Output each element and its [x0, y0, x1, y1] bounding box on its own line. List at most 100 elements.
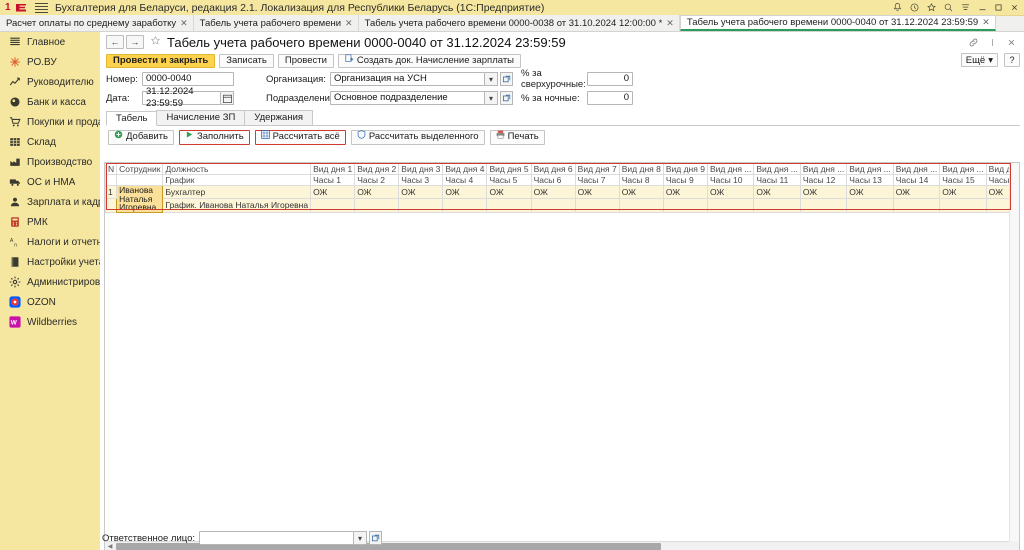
cell-position[interactable]: Бухгалтер: [162, 184, 312, 200]
th-daytype-10[interactable]: Вид дня ...: [706, 163, 755, 175]
sidebar-item-zarplata-i-kadry[interactable]: Зарплата и кадры: [0, 192, 100, 212]
th-hours-16[interactable]: Часы 16: [985, 174, 1009, 186]
th-position[interactable]: Должность: [162, 163, 312, 175]
th-daytype-15[interactable]: Вид дня ...: [939, 163, 987, 175]
print-button[interactable]: Печать: [489, 129, 545, 145]
cell-daytype-5[interactable]: ОЖ: [486, 184, 532, 200]
cell-daytype-13[interactable]: ОЖ: [846, 184, 894, 200]
doc-tab-close-icon[interactable]: ✕: [345, 18, 353, 29]
doc-tab-0[interactable]: Расчет оплаты по среднему заработку ✕: [0, 15, 194, 31]
cell-daytype-7[interactable]: ОЖ: [574, 184, 620, 200]
cell-schedule[interactable]: График. Иванова Наталья Игоревна: [162, 198, 312, 213]
table-row[interactable]: 1 Иванова Наталья Игоревна Бухгалтер ОЖ …: [105, 184, 1009, 213]
post-and-close-button[interactable]: Провести и закрыть: [106, 53, 216, 68]
doc-tab-2[interactable]: Табель учета рабочего времени 0000-0038 …: [358, 15, 680, 31]
help-button[interactable]: ?: [1004, 53, 1020, 67]
sidebar-item-proizvodstvo[interactable]: Производство: [0, 152, 100, 172]
th-daytype-4[interactable]: Вид дня 4: [442, 163, 488, 175]
navigate-back-button[interactable]: ←: [106, 35, 124, 49]
cell-daytype-4[interactable]: ОЖ: [442, 184, 488, 200]
department-dropdown-icon[interactable]: ▾: [485, 91, 498, 105]
th-hours-14[interactable]: Часы 14: [892, 174, 941, 186]
cell-daytype-6[interactable]: ОЖ: [530, 184, 576, 200]
th-hours-1[interactable]: Часы 1: [310, 174, 356, 186]
sidebar-item-nalogi-i-otchetnost[interactable]: An Налоги и отчетность: [0, 232, 100, 252]
close-button[interactable]: [1006, 0, 1022, 16]
th-hours-13[interactable]: Часы 13: [846, 174, 894, 186]
doc-tab-close-icon[interactable]: ✕: [982, 17, 990, 28]
organization-dropdown-icon[interactable]: ▾: [485, 72, 498, 86]
responsible-dropdown-icon[interactable]: ▾: [354, 531, 368, 545]
th-n[interactable]: N: [105, 163, 118, 175]
fill-button[interactable]: Заполнить: [179, 129, 250, 145]
th-hours-12[interactable]: Часы 12: [799, 174, 848, 186]
cell-hours-9[interactable]: [662, 198, 708, 213]
doc-tab-1[interactable]: Табель учета рабочего времени ✕: [193, 15, 359, 31]
th-hours-9[interactable]: Часы 9: [662, 174, 708, 186]
cell-hours-14[interactable]: [892, 198, 941, 213]
responsible-open-icon[interactable]: [369, 531, 383, 545]
th-daytype-14[interactable]: Вид дня ...: [892, 163, 941, 175]
doc-tab-close-icon[interactable]: ✕: [180, 18, 188, 29]
organization-open-icon[interactable]: [500, 72, 513, 86]
th-daytype-2[interactable]: Вид дня 2: [354, 163, 400, 175]
calculate-all-button[interactable]: Рассчитать всё: [254, 129, 346, 145]
sidebar-item-os-i-nma[interactable]: ОС и НМА: [0, 172, 100, 192]
th-hours-4[interactable]: Часы 4: [442, 174, 488, 186]
cell-employee[interactable]: Иванова Наталья Игоревна: [116, 185, 164, 213]
tab-tabel[interactable]: Табель: [106, 111, 158, 126]
cell-hours-13[interactable]: [846, 198, 894, 213]
th-hours-7[interactable]: Часы 7: [574, 174, 620, 186]
navigate-forward-button[interactable]: →: [126, 35, 144, 49]
calculate-selected-button[interactable]: Рассчитать выделенного: [350, 129, 485, 145]
th-employee[interactable]: Сотрудник: [116, 163, 164, 175]
cell-hours-4[interactable]: [442, 198, 488, 213]
cell-hours-3[interactable]: [398, 198, 444, 213]
sidebar-item-rmk[interactable]: РМК: [0, 212, 100, 232]
maximize-button[interactable]: [990, 0, 1006, 16]
post-button[interactable]: Провести: [277, 53, 334, 68]
sidebar-item-bank-i-kassa[interactable]: Банк и касса: [0, 92, 100, 112]
cell-daytype-9[interactable]: ОЖ: [662, 184, 708, 200]
cell-hours-5[interactable]: [486, 198, 532, 213]
history-clock-icon[interactable]: [906, 0, 923, 16]
cell-daytype-15[interactable]: ОЖ: [939, 184, 987, 200]
th-daytype-11[interactable]: Вид дня ...: [753, 163, 801, 175]
th-daytype-1[interactable]: Вид дня 1: [310, 163, 356, 175]
th-daytype-5[interactable]: Вид дня 5: [486, 163, 532, 175]
th-schedule[interactable]: График: [162, 174, 312, 186]
tab-nachislenie-zp[interactable]: Начисление ЗП: [156, 110, 246, 125]
cell-daytype-3[interactable]: ОЖ: [398, 184, 444, 200]
cell-hours-7[interactable]: [574, 198, 620, 213]
th-hours-3[interactable]: Часы 3: [398, 174, 444, 186]
cell-daytype-2[interactable]: ОЖ: [354, 184, 400, 200]
cell-daytype-10[interactable]: ОЖ: [706, 184, 755, 200]
more-commands-button[interactable]: Ещё ▾: [960, 53, 998, 67]
sidebar-item-ro-by[interactable]: РО.ВУ: [0, 52, 100, 72]
minimize-button[interactable]: [974, 0, 990, 16]
number-input[interactable]: 0000-0040: [142, 72, 234, 86]
th-daytype-3[interactable]: Вид дня 3: [398, 163, 444, 175]
cell-hours-2[interactable]: [354, 198, 400, 213]
save-button[interactable]: Записать: [219, 53, 274, 68]
th-daytype-8[interactable]: Вид дня 8: [618, 163, 664, 175]
cell-hours-12[interactable]: [799, 198, 848, 213]
sidebar-item-glavnoe[interactable]: Главное: [0, 32, 100, 52]
cell-hours-16[interactable]: [985, 198, 1009, 213]
cell-daytype-12[interactable]: ОЖ: [799, 184, 848, 200]
main-menu-icon[interactable]: [957, 0, 974, 16]
th-hours-5[interactable]: Часы 5: [486, 174, 532, 186]
grid-vertical-scrollbar[interactable]: [1009, 163, 1019, 541]
th-daytype-6[interactable]: Вид дня 6: [530, 163, 576, 175]
table-row-schedule[interactable]: График. Иванова Наталья Игоревна: [105, 198, 1009, 213]
doc-tab-close-icon[interactable]: ✕: [666, 18, 674, 29]
organization-input[interactable]: Организация на УСН: [330, 72, 485, 86]
th-daytype-9[interactable]: Вид дня 9: [662, 163, 708, 175]
th-daytype-7[interactable]: Вид дня 7: [574, 163, 620, 175]
sidebar-item-ozon[interactable]: OZON: [0, 292, 100, 312]
sidebar-item-administrirovanie[interactable]: Администрирование: [0, 272, 100, 292]
calendar-icon[interactable]: [221, 91, 234, 105]
th-hours-2[interactable]: Часы 2: [354, 174, 400, 186]
th-daytype-12[interactable]: Вид дня ...: [799, 163, 848, 175]
main-menu-hamburger-icon[interactable]: [35, 2, 48, 13]
